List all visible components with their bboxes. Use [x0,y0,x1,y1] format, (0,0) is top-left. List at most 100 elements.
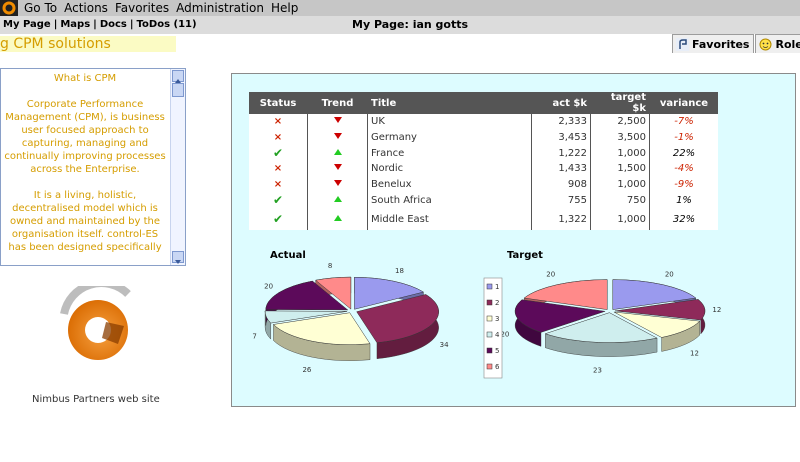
table-row[interactable]: ✔ France 1,222 1,000 22% [249,145,718,162]
app-logo-icon [0,0,18,16]
target-cell: 3,500 [590,129,650,146]
col-trend: Trend [307,92,368,114]
legend-label: 2 [495,299,499,307]
col-status: Status [249,92,308,114]
pie-data-label: 20 [264,283,273,291]
variance-cell: 1% [676,194,692,206]
title-cell: South Africa [367,192,532,209]
dashboard-panel: Status Trend Title act $k target $k vari… [231,73,796,407]
col-target: target $k [590,92,650,114]
trend-down-icon [333,164,342,171]
pie-data-label: 12 [690,350,699,358]
cross-icon: × [273,116,283,128]
check-icon: ✔ [272,146,284,161]
table-row[interactable]: ✔ Middle East 1,322 1,000 32% [249,208,718,231]
nimbus-link[interactable]: Nimbus Partners web site [32,394,160,405]
legend-label: 6 [495,363,500,371]
legend-label: 4 [495,331,500,339]
nav-docs[interactable]: Docs [100,19,127,30]
trend-cell [307,114,368,130]
table-header-row: Status Trend Title act $k target $k vari… [249,92,718,114]
tab-roles-label: Roles [775,37,800,51]
title-cell: Benelux [367,176,532,193]
trend-up-icon [333,214,342,221]
menu-administration[interactable]: Administration [176,0,271,16]
pie-data-label: 18 [395,267,404,275]
nav-links: My Page | Maps | Docs | ToDos (11) [3,16,197,34]
legend-swatch [486,347,493,354]
trend-cell [307,145,368,162]
pie-data-label: 20 [546,271,555,279]
pie-data-label: 26 [302,366,311,374]
title-cell: Middle East [367,208,532,231]
tab-roles[interactable]: Roles [755,34,800,53]
menu-favorites[interactable]: Favorites [115,0,176,16]
nav-todos[interactable]: ToDos (11) [137,19,197,30]
info-paragraph: It is a living, holistic, decentralised … [8,190,162,253]
info-box: What is CPM Corporate Performance Manage… [0,68,186,266]
trend-cell [307,192,368,209]
legend-swatch [486,331,493,338]
menu-bar: Go To Actions Favorites Administration H… [0,0,800,16]
scroll-up-button[interactable] [172,70,184,83]
status-cell: ✔ [249,192,308,209]
chevron-down-icon [175,260,181,264]
table-row[interactable]: × Nordic 1,433 1,500 -4% [249,161,718,177]
tab-favorites-label: Favorites [692,37,750,51]
nav-separator: | [93,19,97,30]
trend-cell [307,208,368,231]
info-paragraph: Corporate Performance Management (CPM), … [4,99,166,175]
legend-swatch [486,315,493,322]
legend-swatch [486,299,493,306]
info-title: What is CPM [53,73,117,84]
legend-swatch [486,283,493,290]
scroll-down-button[interactable] [172,251,184,264]
menu-go-to[interactable]: Go To [24,0,64,16]
scroll-thumb[interactable] [172,83,184,97]
title-cell: UK [367,114,532,130]
title-cell: Germany [367,129,532,146]
info-text: What is CPM Corporate Performance Manage… [1,69,169,265]
act-cell: 1,322 [531,208,591,231]
info-scrollbar[interactable] [170,69,185,265]
table-row[interactable]: × UK 2,333 2,500 -7% [249,114,718,130]
act-cell: 2,333 [531,114,591,130]
page-title: My Page: ian gotts [352,18,469,31]
target-cell: 1,000 [590,176,650,193]
tab-favorites[interactable]: Favorites [672,34,755,53]
trend-up-icon [333,148,342,155]
menu-help[interactable]: Help [271,0,305,16]
trend-up-icon [333,195,342,202]
table-row[interactable]: × Benelux 908 1,000 -9% [249,176,718,193]
roles-icon [759,38,772,50]
menu-actions[interactable]: Actions [64,0,115,16]
nav-my-page[interactable]: My Page [3,19,51,30]
trend-cell [307,129,368,146]
status-cell: ✔ [249,145,308,162]
title-cell: Nordic [367,161,532,177]
variance-cell: 32% [672,213,696,225]
legend-label: 3 [495,315,499,323]
table-row[interactable]: × Germany 3,453 3,500 -1% [249,129,718,146]
variance-cell: 22% [672,147,696,159]
status-cell: × [249,176,308,193]
cross-icon: × [273,163,283,175]
act-cell: 3,453 [531,129,591,146]
favorites-icon [676,37,689,51]
pie-data-label: 7 [252,332,256,340]
legend-label: 1 [495,283,499,291]
target-cell: 1,000 [590,145,650,162]
nav-separator: | [129,19,134,30]
trend-down-icon [333,117,342,124]
pie-data-label: 20 [665,271,674,279]
nav-maps[interactable]: Maps [60,19,90,30]
trend-cell [307,161,368,177]
cross-icon: × [273,179,283,191]
status-cell: × [249,129,308,146]
table-row[interactable]: ✔ South Africa 755 750 1% [249,192,718,209]
legend: 1 2 3 4 5 6 [483,277,503,379]
variance-cell: -7% [674,116,694,128]
act-cell: 1,433 [531,161,591,177]
variance-cell: -4% [674,163,694,175]
pie-data-label: 23 [593,367,602,375]
